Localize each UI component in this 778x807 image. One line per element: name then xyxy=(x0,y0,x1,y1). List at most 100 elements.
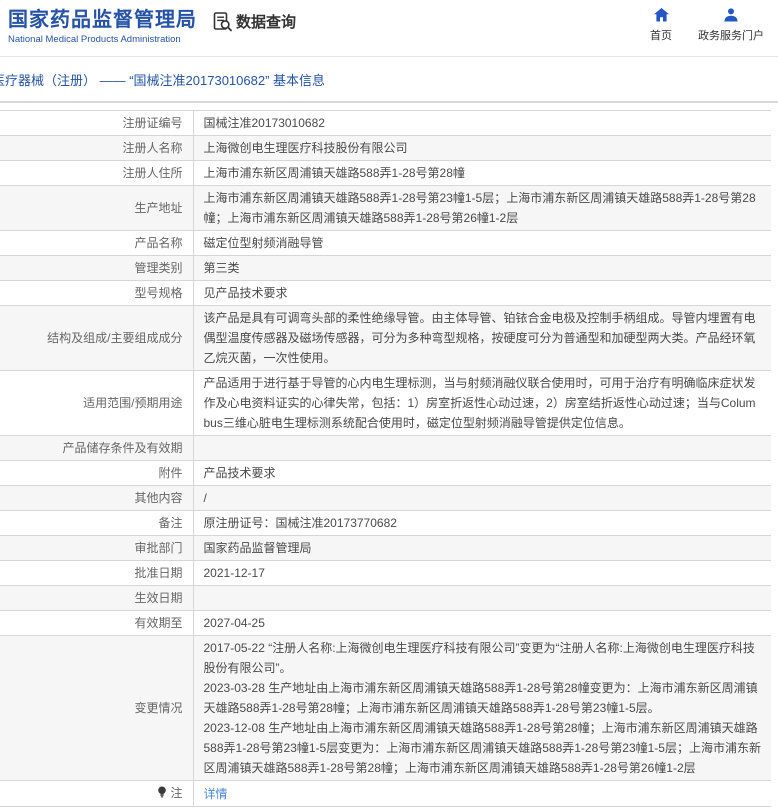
field-label: 其他内容 xyxy=(134,491,183,505)
field-label: 结构及组成/主要组成成分 xyxy=(47,331,183,345)
field-value-cell: 2017-05-22 “注册人名称:上海微创电生理医疗科技有限公司”变更为“注册… xyxy=(193,635,771,781)
field-label-cell: 注册证编号 xyxy=(0,110,194,136)
table-row: 注 详情 xyxy=(0,780,771,807)
field-value-cell: / xyxy=(193,485,771,511)
field-label-cell: 注册人住所 xyxy=(0,160,194,186)
table-row: 审批部门 国家药品监督管理局 xyxy=(0,535,771,561)
field-label: 产品储存条件及有效期 xyxy=(62,441,183,455)
field-label-cell: 管理类别 xyxy=(0,255,194,281)
field-value: 产品适用于进行基于导管的心内电生理标测，当与射频消融仪联合使用时，可用于治疗有明… xyxy=(203,376,756,430)
field-value: 国家药品监督管理局 xyxy=(203,541,312,555)
field-value: 磁定位型射频消融导管 xyxy=(203,236,324,250)
field-value: 2021-12-17 xyxy=(203,566,265,580)
field-label-cell: 其他内容 xyxy=(0,485,194,511)
field-label: 注册人住所 xyxy=(122,166,183,180)
field-value-cell: 国家药品监督管理局 xyxy=(193,535,771,561)
field-label-cell: 适用范围/预期用途 xyxy=(0,370,194,436)
field-value-cell xyxy=(193,435,771,461)
field-label-cell: 型号规格 xyxy=(0,280,194,306)
field-label: 产品名称 xyxy=(134,236,183,250)
field-label: 生产地址 xyxy=(134,201,183,215)
field-label-cell: 有效期至 xyxy=(0,610,194,636)
header: 国家药品监督管理局 National Medical Products Admi… xyxy=(0,0,778,57)
field-label: 生效日期 xyxy=(134,591,183,605)
field-label: 注 xyxy=(170,786,183,800)
table-row: 变更情况 2017-05-22 “注册人名称:上海微创电生理医疗科技有限公司”变… xyxy=(0,635,771,781)
field-label-cell: 审批部门 xyxy=(0,535,194,561)
table-row: 备注 原注册证号：国械注准20173770682 xyxy=(0,510,771,536)
table-row: 生产地址 上海市浦东新区周浦镇天雄路588弄1-28号第23幢1-5层；上海市浦… xyxy=(0,185,771,231)
field-value-cell: 2021-12-17 xyxy=(193,560,771,586)
field-value: 2017-05-22 “注册人名称:上海微创电生理医疗科技有限公司”变更为“注册… xyxy=(203,641,761,775)
home-icon xyxy=(653,7,670,23)
table-row: 适用范围/预期用途 产品适用于进行基于导管的心内电生理标测，当与射频消融仪联合使… xyxy=(0,370,771,436)
field-label: 有效期至 xyxy=(134,616,183,630)
field-label: 注册证编号 xyxy=(122,116,183,130)
field-value-cell: 详情 xyxy=(193,780,771,807)
table-row: 其他内容 / xyxy=(0,485,771,511)
field-value-cell: 原注册证号：国械注准20173770682 xyxy=(193,510,771,536)
table-row: 注册证编号 国械注准20173010682 xyxy=(0,110,771,136)
home-label: 首页 xyxy=(650,30,672,42)
person-icon xyxy=(723,7,739,23)
field-label: 注册人名称 xyxy=(122,141,183,155)
field-value: 原注册证号：国械注准20173770682 xyxy=(203,516,397,530)
field-label: 批准日期 xyxy=(134,566,183,580)
table-row: 产品名称 磁定位型射频消融导管 xyxy=(0,230,771,256)
data-query-label: 数据查询 xyxy=(236,14,297,31)
field-label-cell: 生产地址 xyxy=(0,185,194,231)
field-label-cell: 注册人名称 xyxy=(0,135,194,161)
org-subtitle: National Medical Products Administration xyxy=(8,34,181,45)
table-row: 产品储存条件及有效期 xyxy=(0,435,771,461)
field-value: 国械注准20173010682 xyxy=(203,116,325,130)
field-label-cell: 产品储存条件及有效期 xyxy=(0,435,194,461)
field-value: 2027-04-25 xyxy=(203,616,265,630)
field-value xyxy=(204,589,762,608)
field-value-cell: 上海市浦东新区周浦镇天雄路588弄1-28号第28幢 xyxy=(193,160,771,186)
org-logo: 国家药品监督管理局 National Medical Products Admi… xyxy=(8,7,197,45)
field-value-cell: 磁定位型射频消融导管 xyxy=(193,230,771,256)
table-row: 型号规格 见产品技术要求 xyxy=(0,280,771,306)
field-value: / xyxy=(203,491,207,505)
field-value-cell: 上海微创电生理医疗科技股份有限公司 xyxy=(193,135,771,161)
portal-label: 政务服务门户 xyxy=(698,30,764,42)
field-value xyxy=(204,439,762,458)
field-value: 第三类 xyxy=(203,261,240,275)
field-value-cell: 第三类 xyxy=(193,255,771,281)
field-label-cell: 结构及组成/主要组成成分 xyxy=(0,305,194,371)
breadcrumb-bar: 医疗器械（注册） —— “国械注准20173010682” 基本信息 xyxy=(0,57,778,103)
data-query-icon xyxy=(212,11,233,32)
field-value: 该产品是具有可调弯头部的柔性绝缘导管。由主体导管、铂铱合金电极及控制手柄组成。导… xyxy=(203,311,756,365)
table-row: 有效期至 2027-04-25 xyxy=(0,610,771,636)
table-row: 结构及组成/主要组成成分 该产品是具有可调弯头部的柔性绝缘导管。由主体导管、铂铱… xyxy=(0,305,771,371)
home-link[interactable]: 首页 xyxy=(650,7,672,43)
field-label: 变更情况 xyxy=(134,701,183,715)
detail-link[interactable]: 详情 xyxy=(204,787,228,801)
field-label: 型号规格 xyxy=(134,286,183,300)
field-label-cell: 附件 xyxy=(0,460,194,486)
portal-link[interactable]: 政务服务门户 xyxy=(698,7,764,43)
table-row: 附件 产品技术要求 xyxy=(0,460,771,486)
field-value-cell: 上海市浦东新区周浦镇天雄路588弄1-28号第23幢1-5层；上海市浦东新区周浦… xyxy=(193,185,771,231)
field-label-cell: 备注 xyxy=(0,510,194,536)
field-label: 备注 xyxy=(158,516,183,530)
field-label: 附件 xyxy=(158,466,183,480)
field-value-cell: 产品适用于进行基于导管的心内电生理标测，当与射频消融仪联合使用时，可用于治疗有明… xyxy=(193,370,771,436)
field-value-cell: 2027-04-25 xyxy=(193,610,771,636)
field-value-cell: 见产品技术要求 xyxy=(193,280,771,306)
nav-data-query[interactable]: 数据查询 xyxy=(212,11,296,32)
field-label-cell: 产品名称 xyxy=(0,230,194,256)
table-row: 注册人名称 上海微创电生理医疗科技股份有限公司 xyxy=(0,135,771,161)
field-value: 产品技术要求 xyxy=(203,466,276,480)
field-value-cell xyxy=(193,585,771,611)
field-label-cell: 变更情况 xyxy=(0,635,194,781)
field-value: 上海市浦东新区周浦镇天雄路588弄1-28号第23幢1-5层；上海市浦东新区周浦… xyxy=(203,191,756,225)
field-label: 管理类别 xyxy=(134,261,183,275)
table-row: 管理类别 第三类 xyxy=(0,255,771,281)
field-label: 适用范围/预期用途 xyxy=(83,396,183,410)
table-row: 批准日期 2021-12-17 xyxy=(0,560,771,586)
info-table-body: 注册证编号 国械注准20173010682 注册人名称 上海微创电生理医疗科技股… xyxy=(0,110,771,807)
registration-info-table: 注册证编号 国械注准20173010682 注册人名称 上海微创电生理医疗科技股… xyxy=(0,110,771,807)
table-row: 生效日期 xyxy=(0,585,771,611)
field-value: 见产品技术要求 xyxy=(203,286,288,300)
